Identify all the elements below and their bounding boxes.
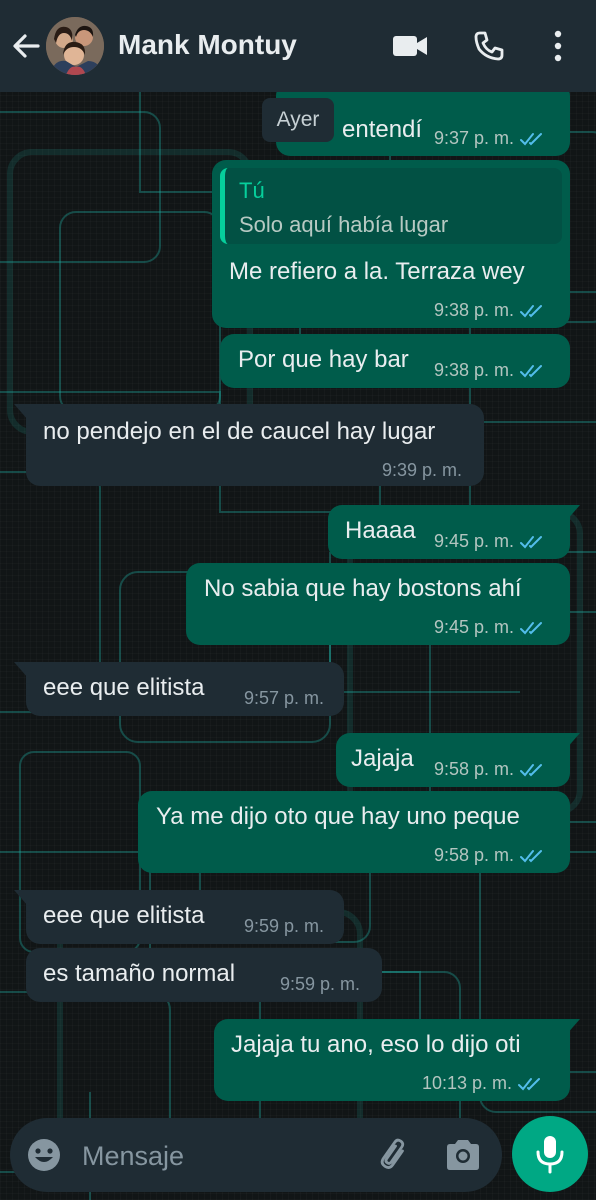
- read-ticks-icon: [520, 621, 543, 634]
- message-time: 9:58 p. m.: [434, 845, 515, 865]
- quoted-message[interactable]: Tú Solo aquí había lugar: [220, 168, 562, 244]
- phone-icon[interactable]: [473, 30, 505, 62]
- emoji-icon[interactable]: [26, 1137, 62, 1173]
- read-ticks-icon: [520, 849, 543, 862]
- contact-avatar[interactable]: [46, 17, 104, 75]
- message-text: eee que elitista: [43, 902, 205, 929]
- message-bubble-outgoing[interactable]: Por que hay bar 9:38 p. m.: [220, 334, 570, 388]
- back-arrow-icon[interactable]: [10, 30, 42, 62]
- message-text: No sabia que hay bostons ahí: [204, 575, 522, 602]
- attach-icon[interactable]: [372, 1136, 410, 1174]
- message-text: Me refiero a la. Terraza wey: [229, 258, 525, 285]
- message-text: es tamaño normal: [43, 960, 236, 987]
- camera-icon[interactable]: [444, 1138, 482, 1172]
- message-bubble-outgoing[interactable]: Jajaja tu ano, eso lo dijo oti 10:13 p. …: [214, 1019, 570, 1101]
- message-text: eee que elitista: [43, 674, 205, 701]
- message-time: 9:58 p. m.: [434, 759, 515, 779]
- contact-name[interactable]: Mank Montuy: [118, 29, 297, 61]
- message-time: 9:38 p. m.: [434, 300, 515, 320]
- message-bubble-incoming[interactable]: es tamaño normal 9:59 p. m.: [26, 948, 382, 1002]
- message-text: Por que hay bar: [238, 346, 409, 373]
- voice-message-button[interactable]: [512, 1116, 588, 1192]
- read-ticks-icon: [520, 304, 543, 317]
- read-ticks-icon: [518, 1077, 541, 1090]
- message-time: 9:57 p. m.: [244, 688, 325, 708]
- message-time: 9:39 p. m.: [382, 460, 463, 480]
- message-bubble-incoming[interactable]: no pendejo en el de caucel hay lugar 9:3…: [26, 404, 484, 486]
- message-bubble-incoming[interactable]: eee que elitista 9:59 p. m.: [26, 890, 344, 944]
- message-text: Haaaa: [345, 517, 416, 544]
- more-options-icon[interactable]: [548, 28, 568, 64]
- message-time: 9:45 p. m.: [434, 531, 515, 551]
- message-bubble-outgoing[interactable]: Haaaa 9:45 p. m.: [328, 505, 570, 559]
- message-text: entendí: [342, 116, 423, 143]
- message-text: Jajaja tu ano, eso lo dijo oti: [231, 1031, 521, 1058]
- message-bubble-outgoing[interactable]: Jajaja 9:58 p. m.: [336, 733, 570, 787]
- mic-icon: [536, 1136, 564, 1174]
- message-composer: [10, 1118, 502, 1192]
- message-time: 9:37 p. m.: [434, 128, 515, 148]
- read-ticks-icon: [520, 535, 543, 548]
- message-bubble-outgoing[interactable]: Ya me dijo oto que hay uno peque 9:58 p.…: [138, 791, 570, 873]
- quoted-text: Solo aquí había lugar: [239, 212, 449, 237]
- message-text: Ya me dijo oto que hay uno peque: [156, 803, 520, 830]
- chat-header: Mank Montuy: [0, 0, 596, 92]
- message-time: 9:45 p. m.: [434, 617, 515, 637]
- video-call-icon[interactable]: [392, 32, 428, 60]
- date-divider: Ayer: [262, 98, 334, 142]
- read-ticks-icon: [520, 763, 543, 776]
- read-ticks-icon: [520, 364, 543, 377]
- message-bubble-outgoing[interactable]: No sabia que hay bostons ahí 9:45 p. m.: [186, 563, 570, 645]
- message-text: no pendejo en el de caucel hay lugar: [43, 418, 436, 445]
- message-text: Jajaja: [351, 745, 414, 772]
- message-time: 9:38 p. m.: [434, 360, 515, 380]
- message-bubble-outgoing-reply[interactable]: Tú Solo aquí había lugar Me refiero a la…: [212, 160, 570, 328]
- message-input[interactable]: [80, 1136, 354, 1176]
- message-time: 9:59 p. m.: [280, 974, 361, 994]
- message-bubble-incoming[interactable]: eee que elitista 9:57 p. m.: [26, 662, 344, 716]
- read-ticks-icon: [520, 132, 543, 145]
- message-time: 10:13 p. m.: [422, 1073, 513, 1093]
- message-time: 9:59 p. m.: [244, 916, 325, 936]
- quoted-author: Tú: [239, 178, 265, 203]
